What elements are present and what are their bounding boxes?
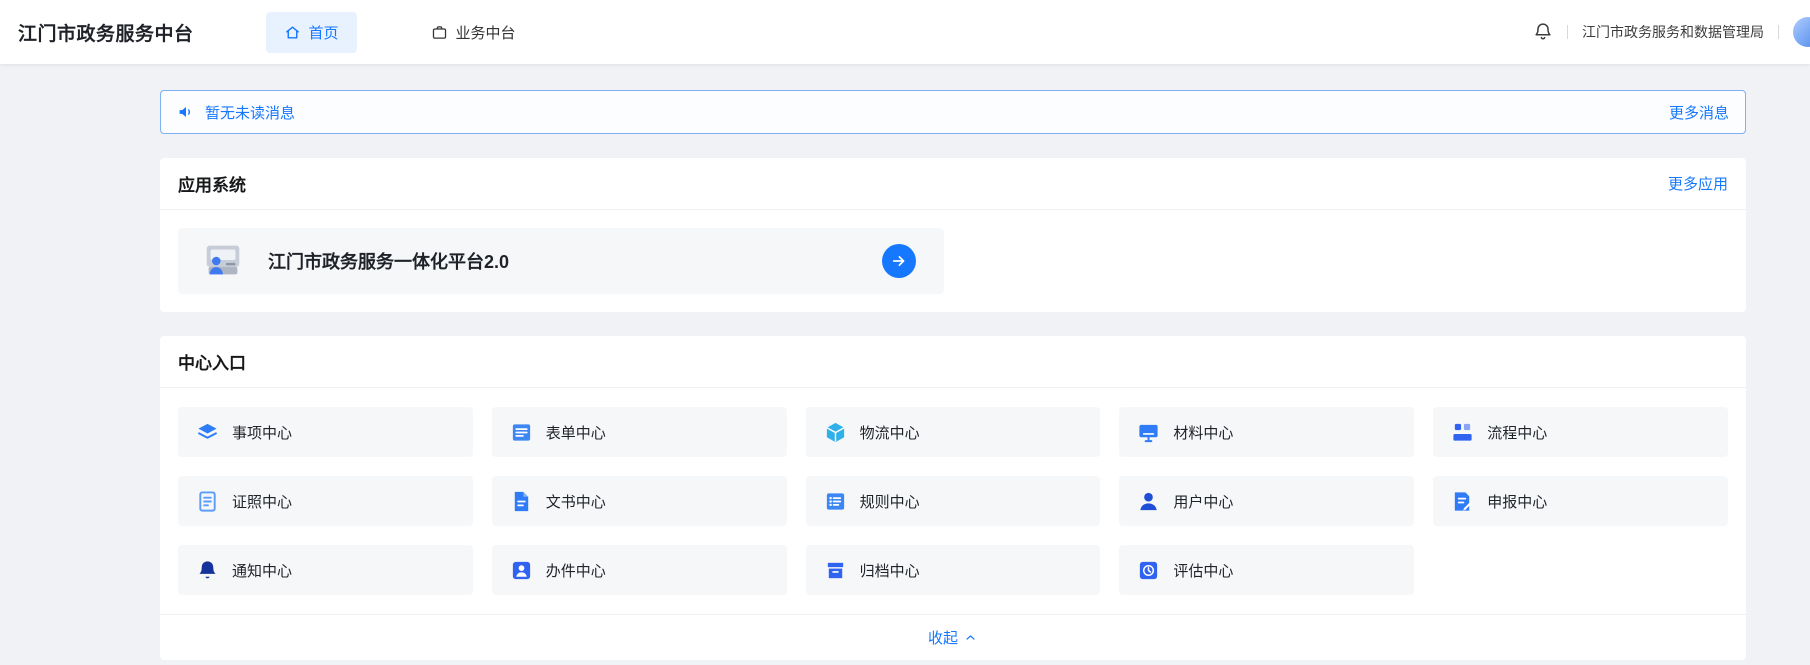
archive-center-icon — [824, 559, 847, 582]
center-tile-label: 评估中心 — [1173, 562, 1234, 580]
app-systems-body: 江门市政务服务一体化平台2.0 — [160, 210, 1746, 312]
center-tile-label: 流程中心 — [1487, 424, 1548, 442]
app-systems-card: 应用系统 更多应用 江门市政务服务一体化平台2.0 — [160, 158, 1746, 312]
open-app-button[interactable] — [882, 244, 916, 278]
center-tile-label: 通知中心 — [232, 562, 293, 580]
center-tile-label: 申报中心 — [1487, 493, 1548, 511]
center-tile[interactable]: 文书中心 — [491, 476, 787, 526]
center-tile-label: 文书中心 — [545, 493, 606, 511]
collapse-button[interactable]: 收起 — [160, 614, 1746, 660]
center-tile[interactable]: 物流中心 — [805, 407, 1101, 457]
app-systems-card-header: 应用系统 更多应用 — [160, 158, 1746, 210]
centers-title: 中心入口 — [178, 354, 246, 373]
process-center-icon — [1451, 421, 1474, 444]
center-tile[interactable]: 证照中心 — [178, 476, 473, 526]
app-title: 江门市政务服务中台 — [18, 23, 194, 45]
case-center-icon — [510, 559, 533, 582]
document-center-icon — [510, 490, 533, 513]
center-tile[interactable]: 材料中心 — [1119, 407, 1415, 457]
rules-center-icon — [824, 490, 847, 513]
center-tile-label: 事项中心 — [232, 424, 293, 442]
tab-business-platform-label: 业务中台 — [455, 24, 516, 42]
notice-bar[interactable]: 暂无未读消息 更多消息 — [160, 90, 1746, 134]
app-name: 江门市政务服务一体化平台2.0 — [268, 252, 510, 272]
home-icon — [284, 24, 301, 41]
centers-grid: 事项中心 表单中心 物流中心 材料中心 流程中心证照中心 文书中心 规则中心 用户中心 申报中心… — [160, 388, 1746, 614]
center-tile[interactable]: 申报中心 — [1433, 476, 1728, 526]
form-center-icon — [510, 421, 533, 444]
center-tile-label: 办件中心 — [545, 562, 606, 580]
app-systems-title: 应用系统 — [178, 176, 246, 195]
user-avatar[interactable] — [1793, 17, 1810, 47]
center-tile[interactable]: 办件中心 — [491, 545, 787, 595]
center-tile-label: 规则中心 — [859, 493, 920, 511]
tab-business-platform[interactable]: 业务中台 — [413, 12, 534, 53]
center-tile[interactable]: 表单中心 — [491, 407, 787, 457]
app-tile-platform[interactable]: 江门市政务服务一体化平台2.0 — [178, 228, 944, 294]
briefcase-icon — [431, 24, 448, 41]
speaker-icon — [177, 103, 195, 121]
center-tile-label: 物流中心 — [859, 424, 920, 442]
notice-text: 暂无未读消息 — [205, 104, 296, 122]
logistics-center-icon — [824, 421, 847, 444]
license-center-icon — [196, 490, 219, 513]
declare-center-icon — [1451, 490, 1474, 513]
page-content: 暂无未读消息 更多消息 应用系统 更多应用 江门市政务服务一体化平台2.0 中心… — [0, 90, 1810, 660]
tab-home[interactable]: 首页 — [265, 11, 357, 53]
tab-home-label: 首页 — [308, 24, 339, 42]
top-navbar: 江门市政务服务中台 首页 业务中台 江门市政务服务和数据管理局 — [0, 0, 1810, 64]
matters-center-icon — [196, 421, 219, 444]
header-right: 江门市政务服务和数据管理局 — [1533, 17, 1810, 47]
more-apps-link[interactable]: 更多应用 — [1668, 173, 1728, 194]
bell-icon[interactable] — [1533, 22, 1553, 42]
center-tile[interactable]: 归档中心 — [805, 545, 1101, 595]
center-tile[interactable]: 流程中心 — [1433, 407, 1728, 457]
main-nav: 首页 业务中台 — [265, 11, 534, 53]
center-tile-label: 证照中心 — [232, 493, 293, 511]
center-tile-label: 材料中心 — [1173, 424, 1234, 442]
notify-center-icon — [196, 559, 219, 582]
center-tile-label: 表单中心 — [545, 424, 606, 442]
evaluate-center-icon — [1137, 559, 1160, 582]
center-tile[interactable]: 通知中心 — [178, 545, 473, 595]
more-messages-link[interactable]: 更多消息 — [1669, 102, 1729, 123]
vertical-divider — [1778, 25, 1779, 39]
platform-app-icon — [200, 238, 246, 284]
center-tile[interactable]: 规则中心 — [805, 476, 1101, 526]
center-tile-label: 归档中心 — [859, 562, 920, 580]
org-name: 江门市政务服务和数据管理局 — [1582, 24, 1764, 40]
user-center-icon — [1137, 490, 1160, 513]
center-tile[interactable]: 事项中心 — [178, 407, 473, 457]
centers-card-header: 中心入口 — [160, 336, 1746, 388]
material-center-icon — [1137, 421, 1160, 444]
vertical-divider — [1567, 25, 1568, 39]
center-tile[interactable]: 用户中心 — [1119, 476, 1415, 526]
collapse-label: 收起 — [927, 630, 958, 647]
chevron-up-icon — [963, 630, 978, 645]
centers-card: 中心入口 事项中心 表单中心 物流中心 材料中心 流程中心证照中心 文书中心 规则中心 用户中… — [160, 336, 1746, 660]
center-tile[interactable]: 评估中心 — [1119, 545, 1415, 595]
center-tile-label: 用户中心 — [1173, 493, 1234, 511]
